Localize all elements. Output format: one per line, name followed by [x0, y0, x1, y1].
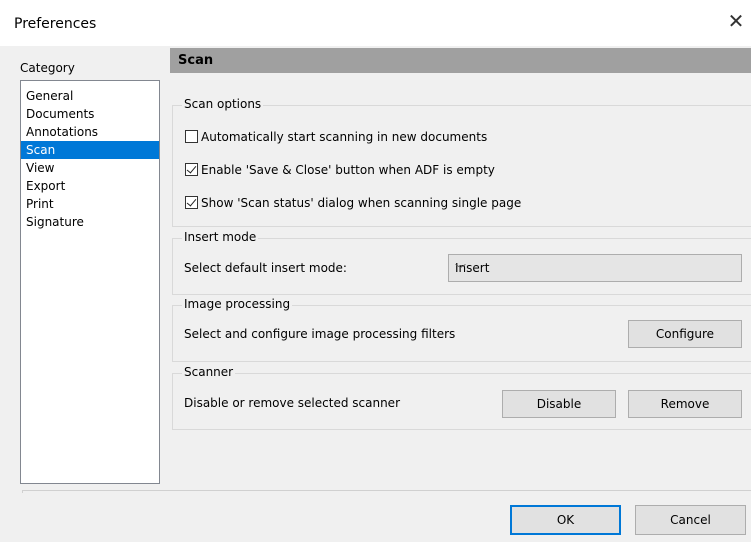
insert-mode-label: Select default insert mode: — [184, 261, 347, 275]
auto-start-scan-option[interactable]: Automatically start scanning in new docu… — [185, 129, 487, 145]
cancel-button[interactable]: Cancel — [635, 505, 746, 535]
ok-button[interactable]: OK — [510, 505, 621, 535]
panel-title: Scan — [178, 53, 214, 68]
disable-button[interactable]: Disable — [502, 390, 616, 418]
category-item-signature[interactable]: Signature — [21, 213, 159, 231]
chevron-down-icon: ﹀ — [455, 263, 466, 276]
scanner-group: Scanner Disable or remove selected scann… — [172, 365, 751, 430]
image-processing-title: Image processing — [182, 297, 293, 311]
image-processing-label: Select and configure image processing fi… — [184, 327, 456, 341]
panel-header: Scan — [170, 48, 751, 73]
scanner-title: Scanner — [182, 365, 236, 379]
category-item-general[interactable]: General — [21, 87, 159, 105]
category-item-annotations[interactable]: Annotations — [21, 123, 159, 141]
auto-start-scan-checkbox[interactable] — [185, 130, 198, 143]
insert-mode-title: Insert mode — [182, 230, 259, 244]
save-close-adf-option[interactable]: Enable 'Save & Close' button when ADF is… — [185, 162, 495, 178]
save-close-adf-label: Enable 'Save & Close' button when ADF is… — [201, 163, 495, 177]
scanner-label: Disable or remove selected scanner — [184, 396, 400, 410]
category-heading: Category — [20, 61, 75, 75]
remove-button[interactable]: Remove — [628, 390, 742, 418]
window-title: Preferences — [14, 16, 97, 32]
image-processing-group: Image processing Select and configure im… — [172, 297, 751, 362]
auto-start-scan-label: Automatically start scanning in new docu… — [201, 130, 488, 144]
category-item-scan[interactable]: Scan — [21, 141, 159, 159]
footer-separator — [22, 490, 751, 493]
configure-button[interactable]: Configure — [628, 320, 742, 348]
scan-status-dialog-checkbox[interactable] — [185, 196, 198, 209]
category-item-view[interactable]: View — [21, 159, 159, 177]
category-list[interactable]: General Documents Annotations Scan View … — [20, 80, 160, 484]
scan-options-title: Scan options — [182, 97, 264, 111]
insert-mode-group: Insert mode Select default insert mode: … — [172, 230, 751, 295]
scan-status-dialog-option[interactable]: Show 'Scan status' dialog when scanning … — [185, 195, 521, 211]
category-item-export[interactable]: Export — [21, 177, 159, 195]
save-close-adf-checkbox[interactable] — [185, 163, 198, 176]
insert-mode-select[interactable]: Insert ﹀ — [448, 254, 742, 282]
category-item-print[interactable]: Print — [21, 195, 159, 213]
close-icon[interactable]: ✕ — [721, 6, 751, 36]
scan-options-group: Scan options Automatically start scannin… — [172, 97, 751, 227]
preferences-dialog: Preferences ✕ Category General Documents… — [0, 0, 751, 542]
scan-status-dialog-label: Show 'Scan status' dialog when scanning … — [201, 196, 522, 210]
title-bar: Preferences ✕ — [0, 0, 751, 46]
category-item-documents[interactable]: Documents — [21, 105, 159, 123]
